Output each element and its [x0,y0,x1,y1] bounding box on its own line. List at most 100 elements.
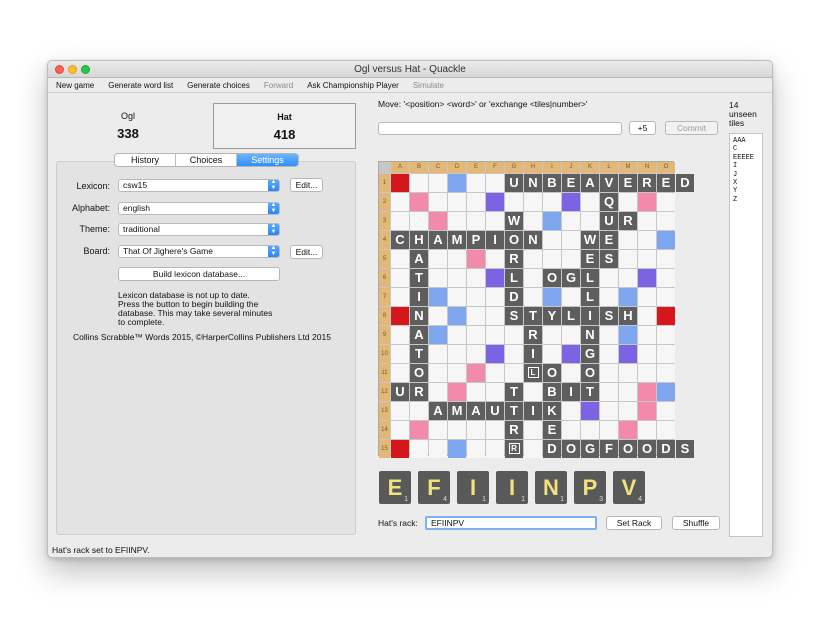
board-square[interactable] [391,440,409,458]
board-tile[interactable]: S [600,250,618,268]
board-edit-button[interactable]: Edit... [290,245,323,259]
board-square[interactable] [619,193,637,211]
board-square[interactable] [638,402,656,420]
board-tile[interactable]: M [448,231,466,249]
board-square[interactable] [410,440,428,458]
board-square[interactable] [600,345,618,363]
board-tile[interactable]: N [581,326,599,344]
board-square[interactable] [448,326,466,344]
board-square[interactable] [638,421,656,439]
board-square[interactable] [638,345,656,363]
board-square[interactable] [524,288,542,306]
board-square[interactable] [543,250,561,268]
board-square[interactable] [429,193,447,211]
board-square[interactable] [562,421,580,439]
minimize-window-button[interactable] [68,65,77,74]
board-square[interactable] [638,383,656,401]
board-square[interactable] [448,193,466,211]
move-input[interactable] [378,122,622,135]
board-tile[interactable]: S [600,307,618,325]
board-square[interactable] [467,174,485,192]
board-square[interactable] [657,402,675,420]
board-square[interactable] [448,174,466,192]
board-square[interactable] [638,307,656,325]
board-tile[interactable]: O [543,364,561,382]
board-square[interactable] [391,193,409,211]
board-tile[interactable]: B [543,174,561,192]
board-square[interactable] [391,364,409,382]
board-square[interactable] [638,326,656,344]
board-square[interactable] [448,345,466,363]
board-tile[interactable]: E [562,174,580,192]
board-square[interactable] [524,250,542,268]
board-square[interactable] [391,345,409,363]
board-square[interactable] [467,250,485,268]
board-square[interactable] [562,345,580,363]
board-tile[interactable]: A [429,402,447,420]
board-tile[interactable]: R [524,326,542,344]
board-tile[interactable]: T [410,269,428,287]
board-square[interactable] [619,250,637,268]
board-square[interactable] [486,269,504,287]
board-square[interactable] [657,193,675,211]
board-square[interactable] [448,212,466,230]
board-square[interactable] [600,288,618,306]
board-square[interactable] [524,440,542,458]
board-tile[interactable]: D [505,288,523,306]
tab-choices[interactable]: Choices [176,154,237,166]
board-select[interactable]: That Of Jighere's Game ▲ ▼ [118,245,280,258]
board-tile[interactable]: I [410,288,428,306]
board-tile[interactable]: T [505,402,523,420]
board-square[interactable] [448,440,466,458]
board-tile[interactable]: T [505,383,523,401]
board-tile[interactable]: A [581,174,599,192]
board-square[interactable] [543,193,561,211]
rack-tile[interactable]: E1 [379,471,411,504]
board-square[interactable] [486,288,504,306]
board-tile[interactable]: A [410,326,428,344]
board-tile[interactable]: O [619,440,637,458]
board-tile[interactable]: R [410,383,428,401]
board-square[interactable] [600,326,618,344]
board-square[interactable] [619,326,637,344]
board-tile[interactable]: U [486,402,504,420]
tab-history[interactable]: History [115,154,176,166]
board-tile[interactable]: B [543,383,561,401]
board-square[interactable] [562,288,580,306]
board-tile[interactable]: E [657,174,675,192]
board-square[interactable] [657,345,675,363]
board-square[interactable] [410,212,428,230]
theme-select[interactable]: traditional ▲ ▼ [118,223,280,236]
board-square[interactable] [429,364,447,382]
rack-tile[interactable]: N1 [535,471,567,504]
board-square[interactable] [638,288,656,306]
close-window-button[interactable] [55,65,64,74]
board-square[interactable] [429,212,447,230]
board-square[interactable] [524,269,542,287]
board-square[interactable] [619,383,637,401]
board-tile[interactable]: R [619,212,637,230]
generate-word-list-button[interactable]: Generate word list [108,81,173,90]
board-square[interactable] [543,288,561,306]
rack-tile[interactable]: F4 [418,471,450,504]
board-square[interactable] [467,193,485,211]
board-square[interactable] [391,307,409,325]
board-square[interactable] [600,269,618,287]
board-tile[interactable]: L [581,288,599,306]
generate-choices-button[interactable]: Generate choices [187,81,250,90]
board-tile[interactable]: E [581,250,599,268]
board-tile[interactable]: S [676,440,694,458]
board-tile[interactable]: I [562,383,580,401]
board-square[interactable] [657,421,675,439]
board-square[interactable] [581,421,599,439]
board-square[interactable] [467,307,485,325]
board-square[interactable] [657,231,675,249]
set-rack-button[interactable]: Set Rack [606,516,662,530]
board-square[interactable] [657,269,675,287]
board-square[interactable] [467,326,485,344]
new-game-button[interactable]: New game [56,81,94,90]
board-square[interactable] [543,231,561,249]
board-square[interactable] [486,345,504,363]
board-tile[interactable]: A [467,402,485,420]
board-tile[interactable]: I [524,402,542,420]
